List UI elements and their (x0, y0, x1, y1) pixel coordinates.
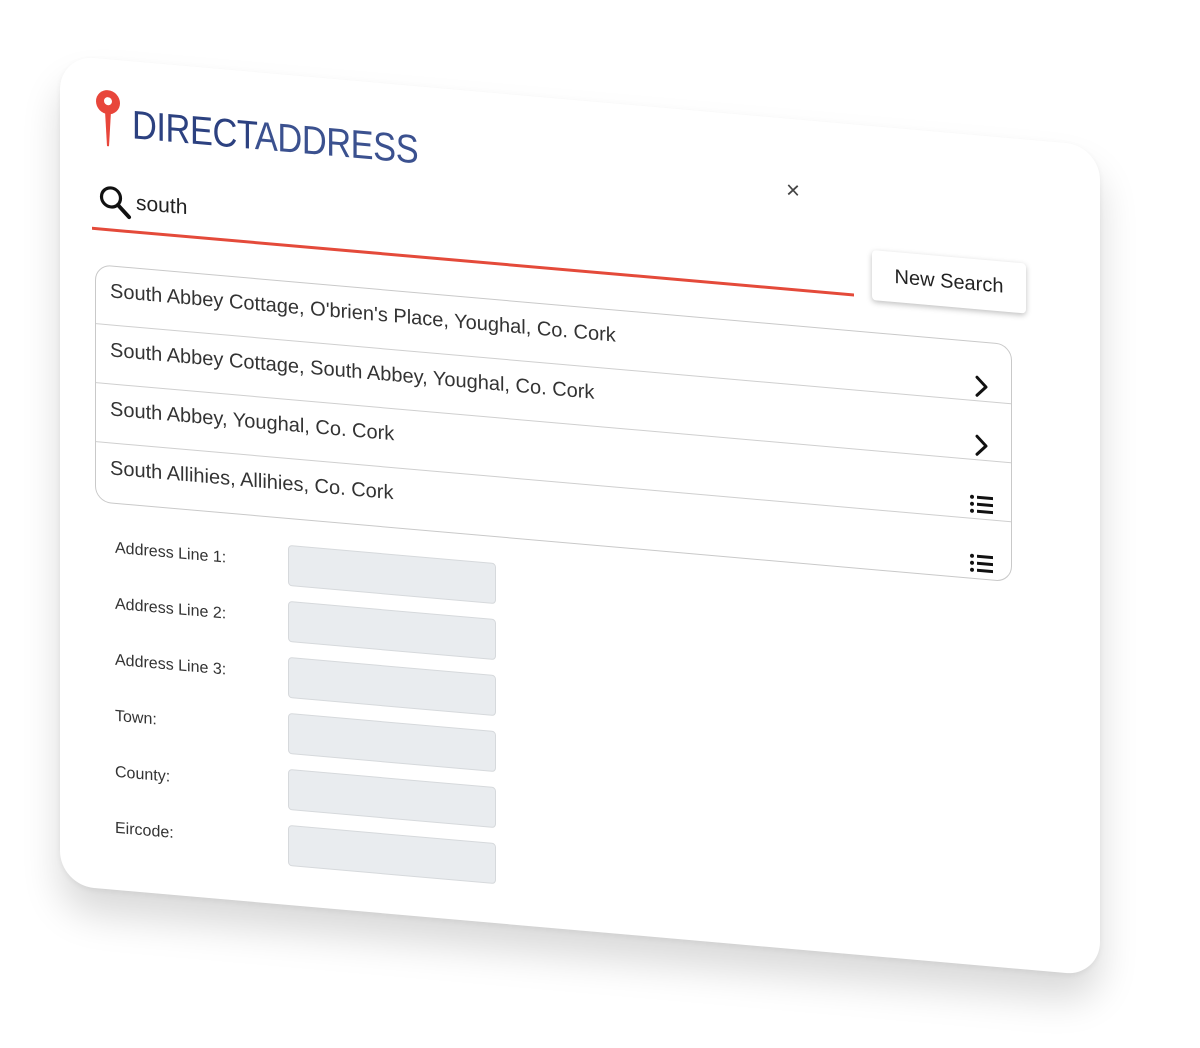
logo-text: DIRECTADDRESS (132, 103, 418, 173)
new-search-button[interactable]: New Search (872, 250, 1026, 314)
address-card: DIRECTADDRESS south × New Search South A… (60, 55, 1100, 976)
clear-search-icon[interactable]: × (786, 177, 800, 206)
map-pin-icon (96, 90, 120, 147)
result-text: South Abbey, Youghal, Co. Cork (110, 398, 395, 446)
eircode-label: Eircode: (115, 819, 174, 842)
logo-text-direct: DIRECT (132, 103, 255, 159)
address-line-1-label: Address Line 1: (115, 539, 227, 567)
address-line-3-label: Address Line 3: (115, 651, 227, 679)
results-list: South Abbey Cottage, O'brien's Place, Yo… (95, 264, 1012, 583)
result-text: South Allihies, Allihies, Co. Cork (110, 457, 394, 505)
list-icon (970, 553, 993, 574)
search-input[interactable]: south (136, 192, 187, 220)
county-label: County: (115, 763, 171, 786)
chevron-right-icon (975, 375, 988, 397)
logo-text-address: ADDRESS (254, 114, 419, 173)
list-icon (970, 494, 993, 515)
address-line-2-label: Address Line 2: (115, 595, 227, 623)
town-label: Town: (115, 707, 157, 729)
address-line-1-input[interactable] (288, 544, 496, 605)
search-icon (99, 186, 131, 220)
chevron-right-icon (975, 434, 988, 456)
